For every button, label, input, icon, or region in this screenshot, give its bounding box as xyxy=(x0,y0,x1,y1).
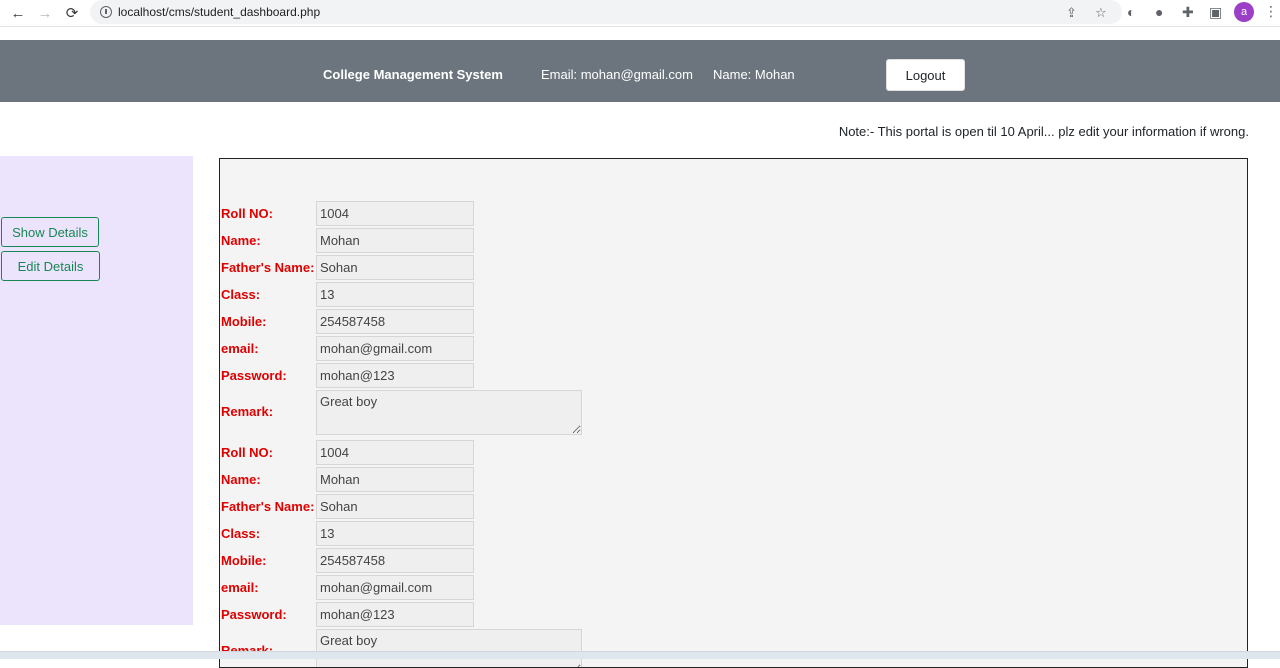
email-field[interactable] xyxy=(316,575,474,600)
roll-field[interactable] xyxy=(316,201,474,226)
father-field[interactable] xyxy=(316,255,474,280)
email-label: email: xyxy=(221,341,259,356)
father-field[interactable] xyxy=(316,494,474,519)
mobile-label: Mobile: xyxy=(221,314,267,329)
sidebar: Show Details Edit Details xyxy=(0,156,193,625)
roll-field[interactable] xyxy=(316,440,474,465)
roll-label: Roll NO: xyxy=(221,445,273,460)
remark-field[interactable]: Great boy xyxy=(316,390,582,435)
url-text: localhost/cms/student_dashboard.php xyxy=(118,5,321,19)
name-label: Name: xyxy=(221,472,261,487)
reload-icon[interactable]: ⟳ xyxy=(59,0,85,26)
father-label: Father's Name: xyxy=(221,499,315,514)
browser-toolbar: ← → ⟳ localhost/cms/student_dashboard.ph… xyxy=(0,0,1280,27)
menu-kebab-icon[interactable]: ⋮ xyxy=(1264,3,1278,20)
email-field[interactable] xyxy=(316,336,474,361)
address-bar[interactable]: localhost/cms/student_dashboard.php ⇪ ☆ xyxy=(90,0,1122,24)
class-label: Class: xyxy=(221,287,261,302)
puzzle-extensions-icon[interactable]: ✚ xyxy=(1182,4,1194,21)
father-label: Father's Name: xyxy=(221,260,315,275)
details-panel: Roll NO: Name: Father's Name: Class: Mob… xyxy=(219,158,1248,668)
remark-field[interactable]: Great boy xyxy=(316,629,582,667)
extension-icon[interactable]: ◐ xyxy=(1127,4,1135,20)
class-field[interactable] xyxy=(316,521,474,546)
mobile-label: Mobile: xyxy=(221,553,267,568)
password-label: Password: xyxy=(221,607,287,622)
roll-label: Roll NO: xyxy=(221,206,273,221)
password-label: Password: xyxy=(221,368,287,383)
bookmark-star-icon[interactable]: ☆ xyxy=(1095,5,1107,21)
forward-arrow-icon[interactable]: → xyxy=(32,0,58,26)
email-label: email: xyxy=(221,580,259,595)
user-name: Name: Mohan xyxy=(713,67,795,82)
profile-avatar[interactable]: a xyxy=(1234,2,1254,22)
class-field[interactable] xyxy=(316,282,474,307)
remark-label: Remark: xyxy=(221,404,274,419)
password-field[interactable] xyxy=(316,602,474,627)
logout-button[interactable]: Logout xyxy=(886,59,965,91)
back-arrow-icon[interactable]: ← xyxy=(5,0,31,26)
remark-label: Remark: xyxy=(221,628,273,667)
cookie-extension-icon[interactable]: ● xyxy=(1155,4,1163,20)
side-panel-icon[interactable]: ▣ xyxy=(1209,4,1222,21)
class-label: Class: xyxy=(221,526,261,541)
edit-details-button[interactable]: Edit Details xyxy=(1,251,100,281)
site-info-icon[interactable] xyxy=(100,6,112,18)
name-label: Name: xyxy=(221,233,261,248)
portal-note: Note:- This portal is open til 10 April.… xyxy=(838,124,1249,139)
share-icon[interactable]: ⇪ xyxy=(1066,5,1077,21)
app-title: College Management System xyxy=(323,67,503,82)
name-field[interactable] xyxy=(316,228,474,253)
user-email: Email: mohan@gmail.com xyxy=(541,67,693,82)
password-field[interactable] xyxy=(316,363,474,388)
mobile-field[interactable] xyxy=(316,309,474,334)
name-field[interactable] xyxy=(316,467,474,492)
show-details-button[interactable]: Show Details xyxy=(1,217,99,247)
mobile-field[interactable] xyxy=(316,548,474,573)
app-header: College Management System Email: mohan@g… xyxy=(0,40,1280,102)
